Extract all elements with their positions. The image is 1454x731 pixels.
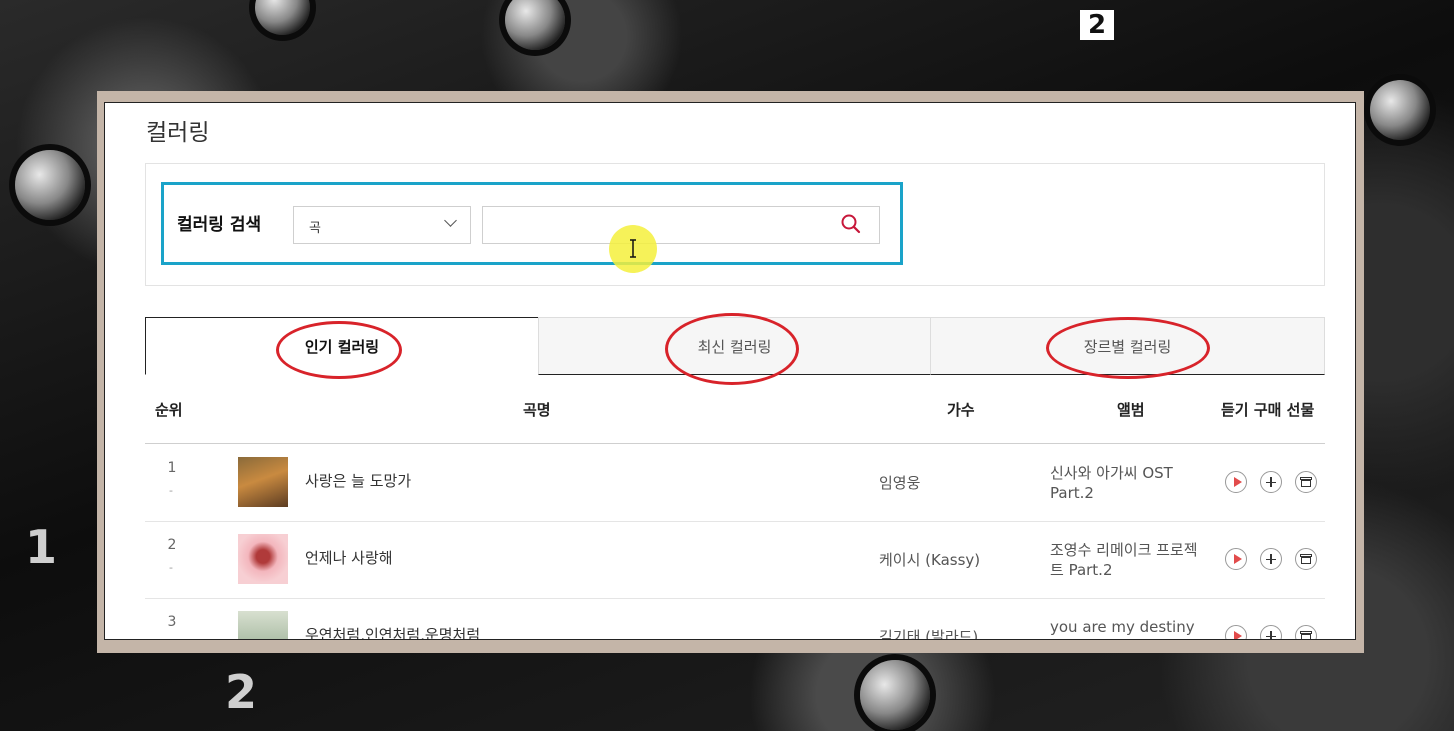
search-type-value: 곡 bbox=[309, 221, 321, 236]
search-section: 컬러링 검색 곡 bbox=[145, 163, 1325, 286]
table-row: 1 - 사랑은 늘 도망가 임영웅 신사와 아가씨 OST Part.2 bbox=[145, 444, 1325, 522]
search-icon[interactable] bbox=[840, 213, 862, 235]
song-title[interactable]: 사랑은 늘 도망가 bbox=[305, 470, 411, 491]
table-row: 2 - 언제나 사랑해 케이시 (Kassy) 조영수 리메이크 프로젝트 Pa… bbox=[145, 521, 1325, 599]
mixer-knob bbox=[860, 660, 930, 730]
artist-name[interactable]: 케이시 (Kassy) bbox=[879, 549, 980, 570]
gift-icon[interactable] bbox=[1295, 548, 1317, 570]
header-album: 앨범 bbox=[1117, 401, 1145, 419]
rank-change: - bbox=[169, 561, 173, 574]
header-title: 곡명 bbox=[523, 401, 551, 419]
text-cursor-icon bbox=[630, 239, 636, 258]
bg-digit: 2 bbox=[1080, 10, 1115, 40]
header-rank: 순위 bbox=[155, 401, 183, 419]
chevron-down-icon bbox=[444, 214, 457, 227]
gift-icon[interactable] bbox=[1295, 625, 1317, 639]
play-icon[interactable] bbox=[1225, 625, 1247, 639]
play-icon[interactable] bbox=[1225, 471, 1247, 493]
plus-icon[interactable] bbox=[1260, 625, 1282, 639]
rank-number: 1 bbox=[167, 460, 177, 476]
annotation-oval bbox=[276, 321, 402, 379]
table-header: 순위 곡명 가수 앨범 듣기 구매 선물 bbox=[145, 377, 1325, 444]
mixer-knob bbox=[505, 0, 565, 50]
coloring-panel: 컬러링 컬러링 검색 곡 인기 컬러링 최신 컬러링 장르별 컬러링 순위 곡명… bbox=[104, 102, 1356, 640]
plus-icon[interactable] bbox=[1260, 471, 1282, 493]
album-art[interactable] bbox=[238, 534, 288, 584]
chart-tabs: 인기 컬러링 최신 컬러링 장르별 컬러링 bbox=[145, 313, 1325, 385]
plus-icon[interactable] bbox=[1260, 548, 1282, 570]
song-title[interactable]: 우연처럼,인연처럼,운명처럼 bbox=[305, 624, 480, 639]
rank-number: 3 bbox=[167, 614, 177, 630]
artist-name[interactable]: 임영웅 bbox=[879, 472, 920, 493]
gift-icon[interactable] bbox=[1295, 471, 1317, 493]
rank-change: - bbox=[169, 484, 173, 497]
header-artist: 가수 bbox=[947, 401, 975, 419]
mixer-knob bbox=[1370, 80, 1430, 140]
album-art[interactable] bbox=[238, 611, 288, 639]
album-name[interactable]: 조영수 리메이크 프로젝트 Part.2 bbox=[1050, 540, 1200, 580]
annotation-oval bbox=[1046, 317, 1210, 379]
header-actions: 듣기 구매 선물 bbox=[1221, 401, 1315, 419]
album-art[interactable] bbox=[238, 457, 288, 507]
bg-digit: 2 bbox=[225, 665, 258, 719]
rank-number: 2 bbox=[167, 537, 177, 553]
artist-name[interactable]: 김기태 (발라드) bbox=[879, 626, 978, 639]
bg-digit: 1 bbox=[25, 520, 58, 574]
annotation-oval bbox=[665, 313, 799, 385]
search-input[interactable] bbox=[482, 206, 880, 244]
album-name[interactable]: 신사와 아가씨 OST Part.2 bbox=[1050, 463, 1200, 503]
mixer-knob bbox=[255, 0, 310, 35]
play-icon[interactable] bbox=[1225, 548, 1247, 570]
mixer-knob bbox=[15, 150, 85, 220]
album-name[interactable]: you are my destiny bbox=[1050, 617, 1200, 637]
search-label: 컬러링 검색 bbox=[177, 215, 262, 235]
search-type-select[interactable]: 곡 bbox=[293, 206, 471, 244]
song-title[interactable]: 언제나 사랑해 bbox=[305, 547, 393, 568]
search-highlight-box: 컬러링 검색 곡 bbox=[161, 182, 903, 273]
page-title: 컬러링 bbox=[146, 120, 210, 146]
screenshot-frame: 컬러링 컬러링 검색 곡 인기 컬러링 최신 컬러링 장르별 컬러링 순위 곡명… bbox=[97, 91, 1364, 653]
table-row: 3 우연처럼,인연처럼,운명처럼 김기태 (발라드) you are my de… bbox=[145, 598, 1325, 639]
